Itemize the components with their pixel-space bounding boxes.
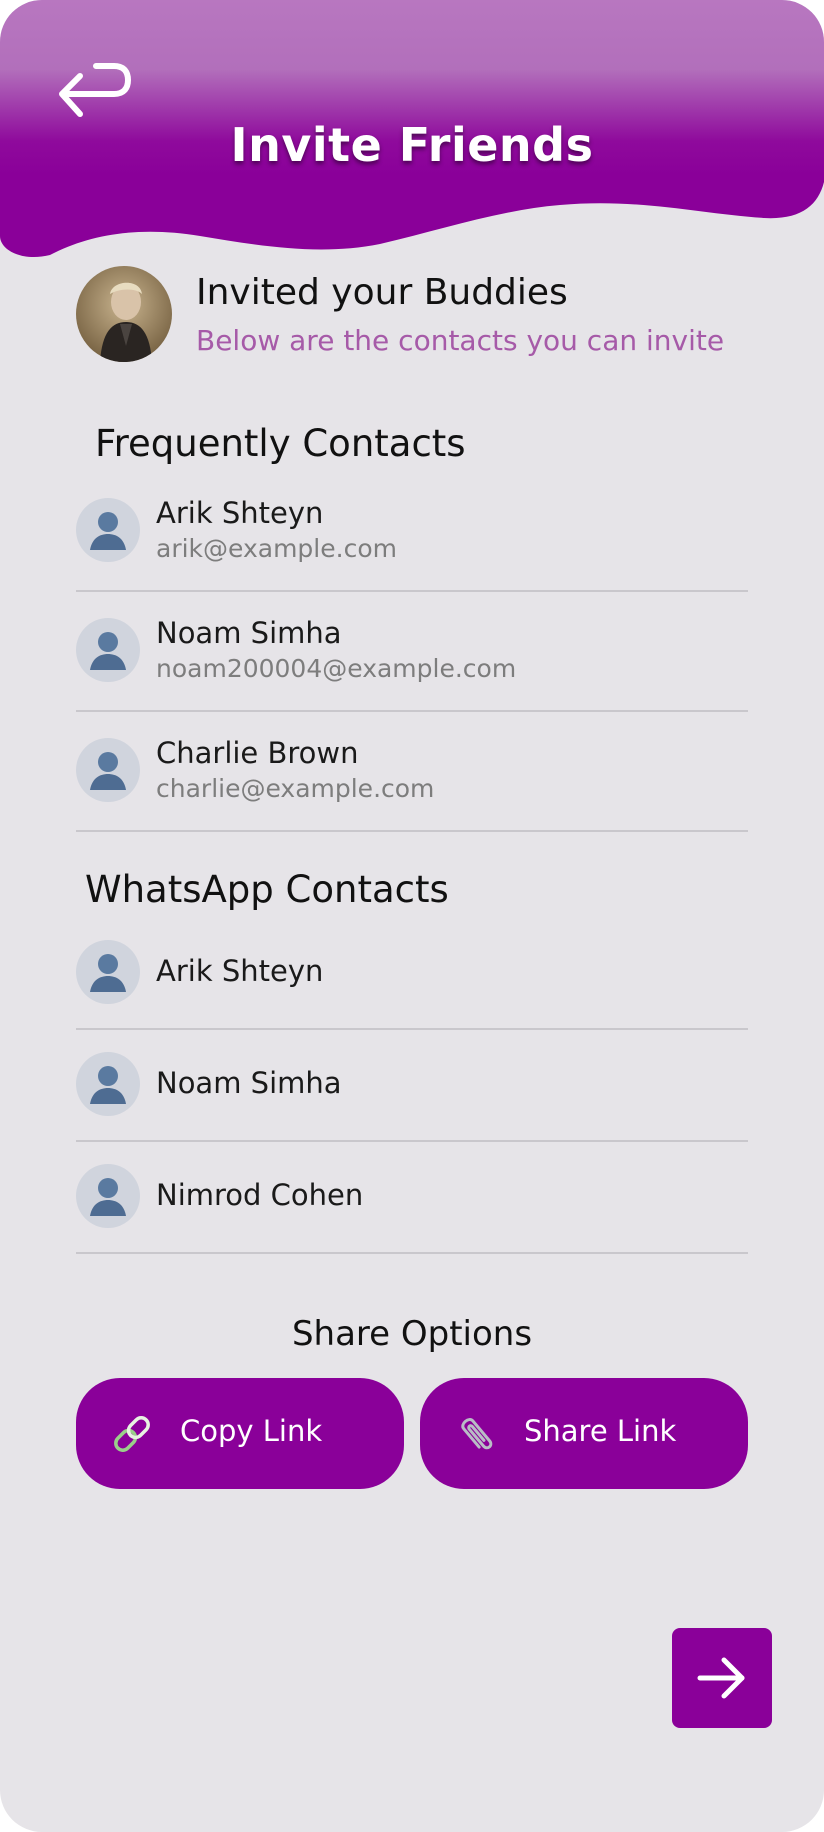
share-link-button[interactable]: Share Link [420, 1378, 748, 1489]
copy-link-label: Copy Link [180, 1414, 323, 1448]
copy-link-button[interactable]: Copy Link [76, 1378, 404, 1489]
contact-email: arik@example.com [156, 534, 397, 563]
user-avatar [76, 266, 172, 362]
person-placeholder-icon [90, 1178, 126, 1216]
share-options-title: Share Options [291, 1314, 533, 1354]
page-title: Invite Friends [230, 118, 594, 172]
contact-name: Noam Simha [156, 616, 342, 650]
whatsapp-contact-item[interactable]: Nimrod Cohen [76, 1142, 748, 1254]
frequent-contact-item[interactable]: Arik Shteyn arik@example.com [76, 490, 748, 592]
person-placeholder-icon [90, 632, 126, 670]
header: Invite Friends [0, 0, 824, 270]
frequent-contact-item[interactable]: Charlie Brown charlie@example.com [76, 712, 748, 832]
share-link-label: Share Link [524, 1414, 677, 1448]
person-placeholder-icon [90, 1066, 126, 1104]
intro-subtitle: Below are the contacts you can invite [196, 324, 725, 357]
link-icon [114, 1416, 150, 1452]
contact-name: Arik Shteyn [156, 954, 324, 988]
contact-avatar [76, 498, 140, 562]
person-placeholder-icon [90, 512, 126, 550]
contact-email: charlie@example.com [156, 774, 435, 803]
contact-avatar [76, 618, 140, 682]
invite-friends-screen: Invite Friends Invited your Buddies Belo… [0, 0, 824, 1832]
contact-name: Charlie Brown [156, 736, 359, 770]
contact-avatar [76, 940, 140, 1004]
contact-avatar [76, 1164, 140, 1228]
intro-title: Invited your Buddies [196, 272, 568, 313]
paperclip-icon [461, 1418, 493, 1450]
whatsapp-contact-item[interactable]: Arik Shteyn [76, 930, 748, 1030]
person-placeholder-icon [90, 752, 126, 790]
frequent-contacts-title: Frequently Contacts [95, 422, 466, 465]
contact-avatar [76, 1052, 140, 1116]
contact-name: Nimrod Cohen [156, 1178, 364, 1212]
contact-name: Arik Shteyn [156, 496, 324, 530]
contact-email: noam200004@example.com [156, 654, 517, 683]
next-button[interactable] [672, 1628, 772, 1728]
contact-name: Noam Simha [156, 1066, 342, 1100]
person-placeholder-icon [90, 954, 126, 992]
contact-avatar [76, 738, 140, 802]
whatsapp-contact-item[interactable]: Noam Simha [76, 1030, 748, 1142]
whatsapp-contacts-title: WhatsApp Contacts [85, 868, 449, 911]
arrow-right-icon [697, 1657, 745, 1699]
frequent-contact-item[interactable]: Noam Simha noam200004@example.com [76, 592, 748, 712]
